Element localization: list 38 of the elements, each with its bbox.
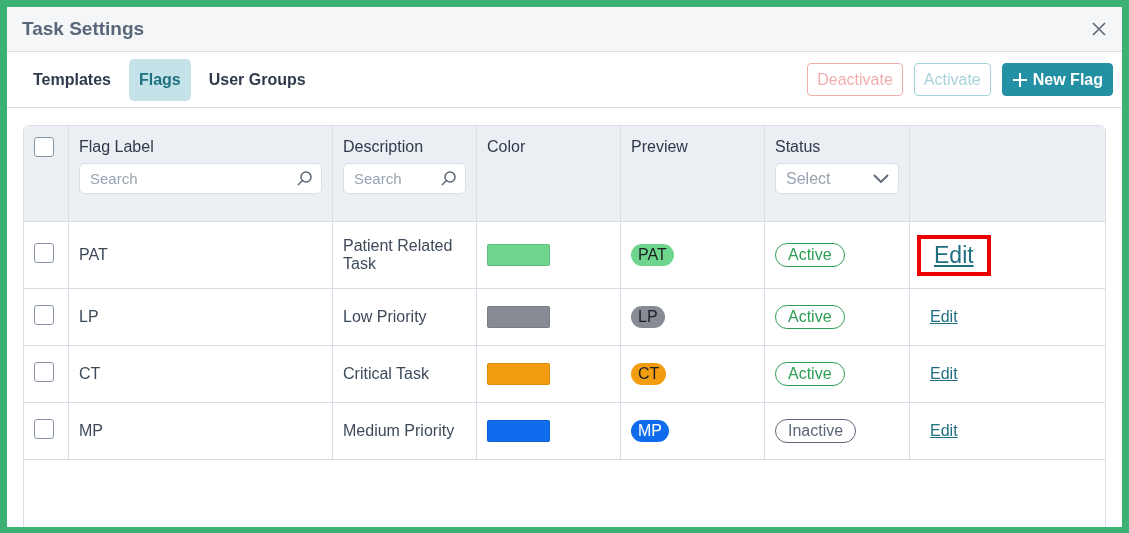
checkbox[interactable] xyxy=(34,305,54,325)
column-header: Flag Label xyxy=(79,138,155,156)
search-field[interactable]: Search xyxy=(343,163,466,194)
new-flag-button[interactable]: New Flag xyxy=(1001,63,1113,96)
column-header: Color xyxy=(487,138,527,156)
checkbox[interactable] xyxy=(34,137,54,157)
flag-preview: MP xyxy=(631,420,669,442)
edit-link[interactable]: Edit xyxy=(924,419,964,443)
plus-icon xyxy=(1011,71,1028,88)
checkbox[interactable] xyxy=(34,419,54,439)
flag-preview: CT xyxy=(631,363,667,385)
tab[interactable]: User Groups xyxy=(198,58,316,101)
column-header: Description xyxy=(343,138,425,156)
flag-description: Patient Related Task xyxy=(343,237,453,272)
dialog-title: Task Settings xyxy=(22,18,145,40)
flag-preview: PAT xyxy=(631,244,674,266)
flag-preview: LP xyxy=(631,306,665,328)
flag-label: CT xyxy=(79,365,101,382)
tab[interactable]: Templates xyxy=(23,58,121,101)
checkbox[interactable] xyxy=(34,362,54,382)
flag-label: LP xyxy=(79,308,99,325)
flag-label: PAT xyxy=(79,246,108,263)
edit-link[interactable]: Edit xyxy=(920,237,988,273)
edit-link[interactable]: Edit xyxy=(924,305,964,329)
search-icon xyxy=(440,170,457,187)
close-icon[interactable] xyxy=(1091,21,1107,37)
flag-description: Medium Priority xyxy=(343,422,455,439)
tab[interactable]: Flags xyxy=(128,58,191,101)
flag-label: MP xyxy=(79,422,103,439)
search-icon xyxy=(296,170,313,187)
edit-link[interactable]: Edit xyxy=(924,362,964,386)
search-field[interactable]: Search xyxy=(79,163,322,194)
column-header: Preview xyxy=(631,138,689,156)
checkbox[interactable] xyxy=(34,243,54,263)
flag-description: Critical Task xyxy=(343,365,429,382)
column-header: Status xyxy=(775,138,822,156)
flag-description: Low Priority xyxy=(343,308,427,325)
chevron-down-icon xyxy=(873,173,889,184)
